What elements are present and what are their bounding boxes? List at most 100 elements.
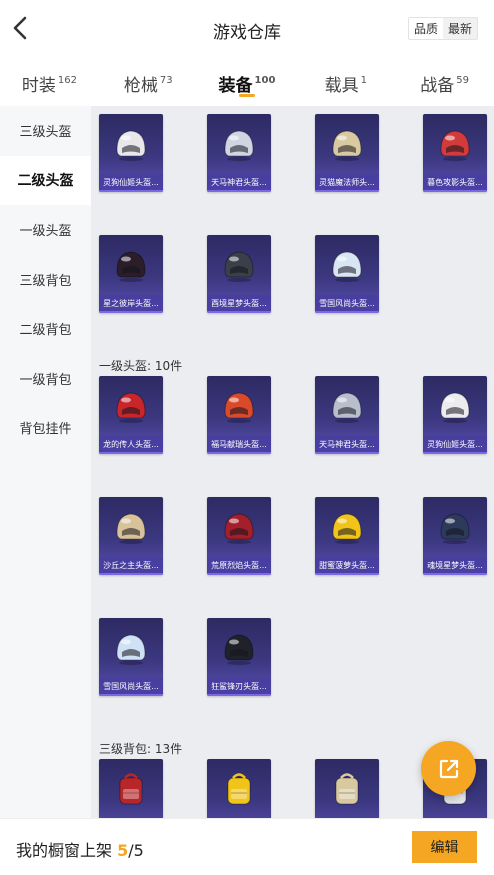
item-name: 魂境星梦头盔... [423,557,487,575]
sidebar-item-level2-helmet[interactable]: 二级头盔 [0,155,91,205]
tab-vehicles[interactable]: 载具 1 [296,58,395,106]
item-card[interactable]: 星之彼岸头盔... [99,235,163,313]
backpack-yellow-icon [227,773,251,805]
item-name: 灵狗仙姬头盔... [423,436,487,454]
item-card[interactable]: 荒原烈焰头盔... [207,497,271,575]
item-card[interactable]: 天马神君背包... [315,759,379,818]
sidebar-item-level1-backpack[interactable]: 一级背包 [0,354,91,404]
item-name: 天马神君头盔... [207,174,271,192]
item-card[interactable]: 福马献瑞头盔... [207,376,271,454]
tab-count: 100 [254,75,276,86]
item-card[interactable]: 暮色攻影头盔... [423,114,487,192]
item-card[interactable]: 灵狗仙姬头盔... [423,376,487,454]
item-card[interactable]: 天马神君头盔... [207,114,271,192]
tab-count: 59 [456,75,469,86]
showcase-label: 我的橱窗上架 [16,841,118,860]
sidebar-item-level3-helmet[interactable]: 三级头盔 [0,106,91,156]
tab-combat-gear[interactable]: 战备 59 [395,58,494,106]
item-name: 甜蜜菠萝头盔... [315,557,379,575]
item-card[interactable]: 龙的传人头盔... [99,376,163,454]
item-card[interactable]: 灵猫魔法师头... [315,114,379,192]
item-grid: 灵狗仙姬头盔... 天马神君头盔... 灵猫魔法师头... 暮色攻影头盔... 星之彼岸… [91,106,494,818]
helmet-white-icon [116,130,146,161]
tab-label: 时装 [21,76,56,96]
item-card[interactable]: 酉境星梦头盔... [207,235,271,313]
item-card[interactable]: 魂境星梦头盔... [423,497,487,575]
helmet-red-gold-icon [116,392,146,423]
share-external-icon [439,759,458,778]
item-card[interactable]: 甜蜜菠萝头盔... [315,497,379,575]
helmet-yellow-icon [332,513,362,544]
header: 游戏仓库 品质 最新 [0,0,494,58]
tab-equipment[interactable]: 装备 100 [198,58,297,106]
item-name: 雪国风尚头盔... [315,295,379,313]
item-name: 酉境星梦头盔... [207,295,271,313]
sidebar: 三级头盔 二级头盔 一级头盔 三级背包 二级背包 一级背包 背包挂件 [0,106,91,818]
item-name: 暮色攻影头盔... [423,174,487,192]
item-name: 荒原烈焰头盔... [207,557,271,575]
bottom-bar: 我的橱窗上架 5/5 编辑 [0,818,494,875]
item-name: 星之彼岸头盔... [99,295,163,313]
tab-label: 战备 [420,76,455,96]
tab-label: 载具 [324,76,359,96]
item-card[interactable]: 沙丘之主头盔... [99,497,163,575]
tab-guns[interactable]: 枪械 73 [99,58,198,106]
item-name: 天马神君头盔... [315,436,379,454]
tab-count: 1 [360,75,367,86]
helmet-gold-icon [332,130,362,161]
helmet-dark-red-icon [116,251,146,282]
item-name: 狂鲨锋刃头盔... [207,678,271,696]
tab-underline [238,94,255,97]
sidebar-item-level2-backpack[interactable]: 二级背包 [0,304,91,354]
item-card[interactable]: 狂鲨锋刃头盔... [207,618,271,696]
share-button[interactable] [421,741,476,796]
item-row: 星之彼岸头盔... 酉境星梦头盔... 雪国风尚头盔... [91,235,494,356]
item-row: 灵狗仙姬头盔... 天马神君头盔... 灵猫魔法师头... 暮色攻影头盔... [91,114,494,235]
item-row: 雪国风尚头盔... 狂鲨锋刃头盔... [91,618,494,739]
backpack-gold-icon [335,773,359,805]
helmet-red-orange-icon [224,392,254,423]
item-row: 沙丘之主头盔... 荒原烈焰头盔... 甜蜜菠萝头盔... 魂境星梦头盔... [91,497,494,618]
tab-label: 枪械 [123,76,158,96]
sidebar-item-backpack-charm[interactable]: 背包挂件 [0,403,91,453]
item-name: 福马献瑞头盔... [207,436,271,454]
category-tabs: 时装 162 枪械 73 装备 100 载具 1 战备 59 [0,58,494,106]
helmet-beige-icon [116,513,146,544]
sidebar-item-level1-helmet[interactable]: 一级头盔 [0,205,91,255]
helmet-silver-icon [332,392,362,423]
sort-quality[interactable]: 品质 [408,18,443,39]
helmet-silver-icon [224,130,254,161]
item-card[interactable]: 雪国风尚头盔... [315,235,379,313]
helmet-crimson-icon [224,513,254,544]
helmet-red-white-icon [440,130,470,161]
item-row: 龙的传人头盔... 福马献瑞头盔... 天马神君头盔... 灵狗仙姬头盔... [91,376,494,497]
tab-count: 162 [57,75,77,86]
tab-count: 73 [159,75,173,86]
helmet-dark-icon [224,251,254,282]
item-card[interactable]: 天马神君头盔... [315,376,379,454]
item-card[interactable]: 雪国风尚头盔... [99,618,163,696]
showcase-current: 5 [117,841,129,860]
item-card[interactable]: 甜蜜菠萝背包... [207,759,271,818]
item-name: 雪国风尚头盔... [99,678,163,696]
helmet-light-blue-icon [116,634,146,665]
section-header: 一级头盔: 10件 [99,359,183,373]
item-card[interactable]: 灵狗仙姬头盔... [99,114,163,192]
item-card[interactable]: 龙的传人背包... [99,759,163,818]
tab-label: 装备 [218,76,253,96]
helmet-white-icon [440,392,470,423]
helmet-navy-icon [440,513,470,544]
helmet-black-icon [224,634,254,665]
edit-button[interactable]: 编辑 [412,831,477,863]
sort-toggle: 品质 最新 [407,17,478,40]
helmet-ice-icon [332,251,362,282]
grid-top-padding [91,106,494,114]
item-name: 灵狗仙姬头盔... [99,174,163,192]
backpack-red-icon [119,773,143,805]
sidebar-item-level3-backpack[interactable]: 三级背包 [0,255,91,305]
showcase-total: /5 [128,841,144,860]
tab-fashion[interactable]: 时装 162 [0,58,99,106]
app-root: 游戏仓库 品质 最新 时装 162 枪械 73 装备 100 载具 1 战备 59 三级头… [0,0,494,875]
sort-latest[interactable]: 最新 [443,18,477,39]
item-grid-area[interactable]: 灵狗仙姬头盔... 天马神君头盔... 灵猫魔法师头... 暮色攻影头盔... 星之彼岸… [91,106,494,818]
